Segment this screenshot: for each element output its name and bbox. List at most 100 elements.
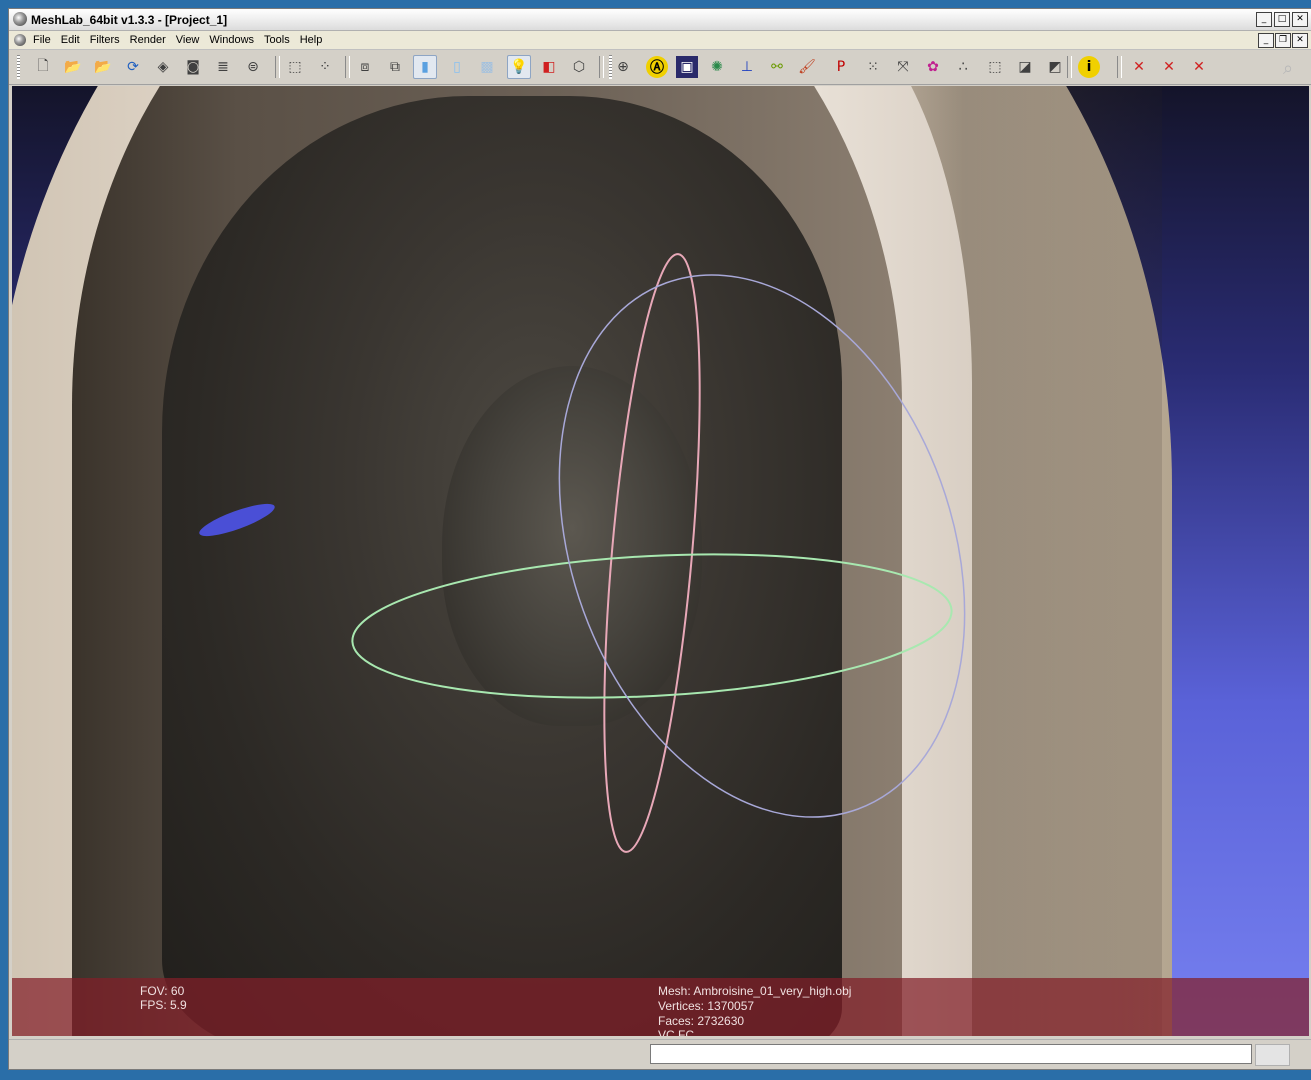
open-project-button[interactable]: 📂 — [91, 55, 115, 79]
layers-icon: ≣ — [217, 59, 229, 75]
brush-icon: 🖌 — [798, 59, 816, 75]
trackball-icon: ⊕ — [617, 59, 629, 75]
mdi-minimize-button[interactable]: _ — [1258, 33, 1274, 48]
minimize-button[interactable]: _ — [1256, 12, 1272, 27]
backface-button[interactable]: ◧ — [537, 55, 561, 79]
toolbar-separator — [345, 56, 350, 78]
3d-viewport[interactable]: FOV: 60 FPS: 5.9 Mesh: Ambroisine_01_ver… — [12, 86, 1309, 1036]
snapshot-icon: ◙ — [186, 59, 200, 75]
toolbar-separator — [275, 56, 280, 78]
menu-filters[interactable]: Filters — [90, 34, 120, 46]
light-button[interactable]: 💡 — [507, 55, 531, 79]
menu-bar: File Edit Filters Render View Windows To… — [9, 31, 1311, 50]
menu-help[interactable]: Help — [300, 34, 323, 46]
menu-file[interactable]: File — [33, 34, 51, 46]
measure-icon: ⚯ — [771, 59, 783, 75]
flat-shading-button[interactable]: ▮ — [413, 55, 437, 79]
measure-button[interactable]: ⚯ — [765, 55, 789, 79]
info-button[interactable]: i — [1077, 55, 1101, 79]
plugins-button[interactable]: ⊜ — [241, 55, 265, 79]
status-bar — [9, 1039, 1311, 1068]
annotation-button[interactable]: Ⓐ — [645, 55, 669, 79]
trackball-button[interactable]: ⊕ — [611, 55, 635, 79]
pp-button[interactable]: P — [829, 55, 853, 79]
delete-both-button[interactable]: ✕ — [1187, 55, 1211, 79]
layers-button[interactable]: ≣ — [211, 55, 235, 79]
bbox-icon: ⬚ — [288, 59, 302, 75]
document-icon[interactable] — [14, 34, 26, 46]
toolbar-grip[interactable] — [17, 55, 20, 79]
delete-faces-icon: ✕ — [1163, 59, 1175, 75]
fragment-button[interactable]: ⬚ — [983, 55, 1007, 79]
smooth-shading-icon: ▯ — [453, 59, 461, 75]
reload-button[interactable]: ⟳ — [121, 55, 145, 79]
delete-both-icon: ✕ — [1193, 59, 1205, 75]
select-face-icon: ◩ — [1048, 59, 1062, 75]
progress-bar — [650, 1044, 1252, 1064]
plugins-icon: ⊜ — [247, 59, 259, 75]
light-icon: 💡 — [510, 59, 528, 75]
open-icon: 📂 — [64, 59, 82, 75]
bbox-button[interactable]: ⬚ — [283, 55, 307, 79]
menu-tools[interactable]: Tools — [264, 34, 290, 46]
brush-button[interactable]: 🖌 — [795, 55, 819, 79]
paint-button[interactable]: ✺ — [705, 55, 729, 79]
texture-icon: ▩ — [480, 59, 494, 75]
texture-button[interactable]: ▩ — [475, 55, 499, 79]
select-vertex-button[interactable]: ◪ — [1013, 55, 1037, 79]
smooth-shading-button[interactable]: ▯ — [445, 55, 469, 79]
reload-icon: ⟳ — [127, 59, 139, 75]
annotation-icon: Ⓐ — [646, 56, 668, 78]
meshlab-window: MeshLab_64bit v1.3.3 - [Project_1] _ □ ✕… — [8, 8, 1311, 1070]
save-button[interactable]: ◈ — [151, 55, 175, 79]
delete-faces-button[interactable]: ✕ — [1157, 55, 1181, 79]
fps-label: FPS: 5.9 — [140, 998, 187, 1012]
pp-icon: P — [836, 59, 846, 75]
reference-icon: ∴ — [958, 59, 968, 75]
axes-button[interactable]: ⊥ — [735, 55, 759, 79]
trackball-gizmo[interactable] — [12, 86, 1309, 1036]
new-button[interactable]: 🗋 — [31, 55, 55, 79]
open-project-icon: 📂 — [94, 59, 112, 75]
wireframe-icon: ⧈ — [360, 59, 370, 75]
points-select-icon: ⁙ — [867, 59, 879, 75]
size-grip[interactable] — [1255, 1044, 1290, 1066]
reference-button[interactable]: ∴ — [951, 55, 975, 79]
fov-label: FOV: 60 — [140, 984, 185, 998]
trackball-ring-horizontal — [351, 553, 953, 699]
mdi-close-button[interactable]: ✕ — [1292, 33, 1308, 48]
main-toolbar: 🗋 📂 📂 ⟳ ◈ ◙ ≣ ⊜ ⬚ ⁘ ⧈ ⧉ ▮ ▯ ▩ 💡 ◧ ⬡ ⊕ Ⓐ ▣ ✺ ⊥ ⚯ 🖌 P ⁙ ⤧ ✿ ∴ ⬚ ◪ ◩ i ✕ ✕ ✕ ⌕ — [9, 50, 1311, 85]
trackball-ring-vertical — [603, 253, 701, 853]
menu-windows[interactable]: Windows — [209, 34, 254, 46]
align-button[interactable]: ⤧ — [891, 55, 915, 79]
points-button[interactable]: ⁘ — [313, 55, 337, 79]
trackball-ring-depth — [558, 274, 966, 818]
faces-label: Faces: 2732630 — [658, 1014, 745, 1028]
wireframe-button[interactable]: ⧈ — [353, 55, 377, 79]
select-faces-button[interactable]: ⬡ — [567, 55, 591, 79]
delete-vertices-button[interactable]: ✕ — [1127, 55, 1151, 79]
points-icon: ⁘ — [319, 59, 331, 75]
menu-render[interactable]: Render — [130, 34, 166, 46]
meshlab-logo-icon — [13, 12, 27, 26]
delete-vertices-icon: ✕ — [1133, 59, 1145, 75]
paint-icon: ✺ — [711, 59, 723, 75]
mdi-restore-button[interactable]: ❐ — [1275, 33, 1291, 48]
search-icon: ⌕ — [1283, 58, 1294, 79]
close-button[interactable]: ✕ — [1292, 12, 1308, 27]
maximize-button[interactable]: □ — [1274, 12, 1290, 27]
quality-button[interactable]: ✿ — [921, 55, 945, 79]
menu-view[interactable]: View — [176, 34, 200, 46]
select-face-button[interactable]: ◩ — [1043, 55, 1067, 79]
align-icon: ⤧ — [897, 59, 909, 75]
points-select-button[interactable]: ⁙ — [861, 55, 885, 79]
hidden-lines-button[interactable]: ⧉ — [383, 55, 407, 79]
toolbar-separator — [599, 56, 604, 78]
info-icon: i — [1078, 56, 1100, 78]
menu-edit[interactable]: Edit — [61, 34, 80, 46]
snapshot-button[interactable]: ◙ — [181, 55, 205, 79]
title-bar[interactable]: MeshLab_64bit v1.3.3 - [Project_1] _ □ ✕ — [9, 9, 1311, 31]
open-button[interactable]: 📂 — [61, 55, 85, 79]
hidden-lines-icon: ⧉ — [390, 59, 400, 75]
raster-button[interactable]: ▣ — [675, 55, 699, 79]
